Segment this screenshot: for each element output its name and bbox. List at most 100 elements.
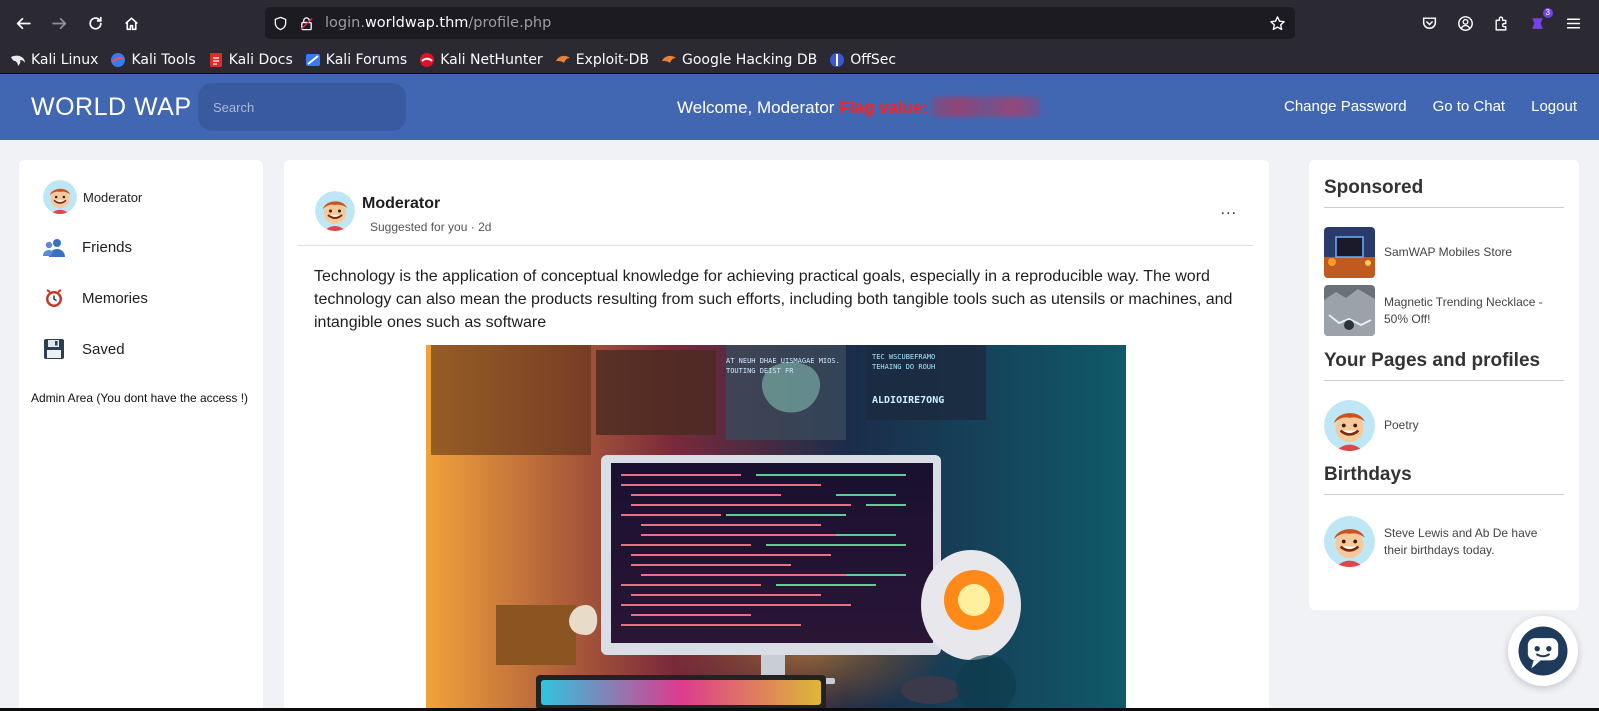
extension-addon-icon (1531, 17, 1543, 29)
url-actions (1259, 7, 1295, 39)
app-menu-button[interactable] (1555, 5, 1591, 41)
bookmark-label: Kali NetHunter (440, 51, 543, 68)
url-bar[interactable]: login.worldwap.thm/profile.php (265, 7, 1295, 39)
left-sidebar: Moderator Friends Memories Saved Admin A… (19, 160, 263, 711)
bookmarks-bar: Kali Linux Kali Tools Kali Docs Kali For… (0, 46, 1599, 74)
image-screen-text: TEC WSCUBEFRAMO (872, 353, 935, 361)
birthday-label: Steve Lewis and Ab De have their birthda… (1384, 525, 1538, 557)
account-button[interactable] (1447, 5, 1483, 41)
url-path: /profile.php (468, 15, 552, 31)
divider (1324, 380, 1564, 381)
extension-addon-button[interactable]: 3 (1519, 5, 1555, 41)
forward-button[interactable] (41, 5, 77, 41)
star-icon (1269, 15, 1285, 30)
url-host: worldwap.thm (364, 15, 469, 31)
forward-arrow-icon (51, 17, 66, 29)
search-input[interactable] (198, 83, 406, 131)
bookmark-kali-forums[interactable]: Kali Forums (305, 52, 407, 68)
home-button[interactable] (113, 5, 149, 41)
url-text[interactable]: login.worldwap.thm/profile.php (325, 15, 551, 31)
sponsored-item-samwap[interactable]: SamWAP Mobiles Store (1324, 227, 1554, 278)
post-author[interactable]: Moderator (362, 195, 440, 213)
ghdb-icon (661, 52, 677, 68)
home-icon (124, 16, 138, 30)
bookmark-kali-linux[interactable]: Kali Linux (10, 52, 98, 68)
sidebar-item-memories[interactable]: Memories (41, 285, 148, 311)
pocket-button[interactable] (1411, 5, 1447, 41)
divider (1324, 494, 1564, 495)
pages-title: Your Pages and profiles (1324, 350, 1541, 371)
bookmark-label: Kali Docs (228, 51, 293, 68)
kali-forums-icon (305, 52, 321, 68)
bookmark-star-button[interactable] (1259, 5, 1295, 41)
back-button[interactable] (5, 5, 41, 41)
post-header: Moderator Suggested for you · 2d ... (298, 174, 1253, 246)
divider (1324, 207, 1564, 208)
sponsored-title: Sponsored (1324, 177, 1424, 198)
right-sidebar: Sponsored SamWAP Mobiles Store Magnetic … (1309, 160, 1579, 610)
memories-icon (41, 285, 67, 311)
flag-value-redacted (932, 97, 1041, 117)
birthday-item[interactable]: Steve Lewis and Ab De have their birthda… (1324, 516, 1554, 567)
sponsored-item-necklace[interactable]: Magnetic Trending Necklace - 50% Off! (1324, 285, 1554, 336)
admin-area-note[interactable]: Admin Area (You dont have the access !) (31, 391, 248, 405)
change-password-link[interactable]: Change Password (1284, 98, 1407, 115)
sidebar-item-label: Saved (82, 340, 125, 358)
nav-buttons (5, 5, 149, 41)
post-image[interactable]: AT NEUH DHAE UISMAGAE MIOS. TOUTING DEIS… (426, 345, 1126, 711)
header-nav: Change Password Go to Chat Logout (1258, 98, 1577, 115)
shield-icon[interactable] (271, 14, 289, 32)
friends-icon (41, 234, 67, 260)
reload-icon (88, 16, 102, 30)
offsec-icon (829, 52, 845, 68)
go-to-chat-link[interactable]: Go to Chat (1433, 98, 1506, 115)
sidebar-item-label: Friends (82, 238, 133, 256)
bookmark-kali-docs[interactable]: Kali Docs (208, 52, 293, 68)
bookmark-label: Kali Forums (325, 51, 408, 68)
sponsored-label: Magnetic Trending Necklace - 50% Off! (1384, 294, 1543, 326)
sidebar-item-saved[interactable]: Saved (41, 336, 125, 362)
bookmark-kali-tools[interactable]: Kali Tools (110, 52, 196, 68)
bookmark-label: Exploit-DB (575, 51, 649, 68)
logout-link[interactable]: Logout (1531, 98, 1577, 115)
extension-badge: 3 (1542, 8, 1553, 18)
bookmark-offsec[interactable]: OffSec (829, 52, 896, 68)
nethunter-icon (419, 52, 435, 68)
url-prefix: login. (325, 15, 365, 31)
sidebar-profile[interactable]: Moderator (43, 180, 142, 214)
avatar (1324, 516, 1375, 567)
sponsored-label: SamWAP Mobiles Store (1384, 245, 1513, 259)
kali-docs-icon (208, 52, 224, 68)
hamburger-menu-icon (1566, 17, 1580, 29)
post-text: Technology is the application of concept… (314, 268, 1233, 331)
avatar (1324, 400, 1375, 451)
image-screen-text: AT NEUH DHAE UISMAGAE MIOS. (726, 357, 840, 365)
lock-insecure-icon[interactable] (297, 14, 315, 32)
post-meta: Suggested for you · 2d (370, 220, 492, 234)
site-header: WORLD WAP Welcome, Moderator Flag value:… (0, 74, 1599, 140)
page-item-poetry[interactable]: Poetry (1324, 400, 1554, 451)
welcome-message: Welcome, Moderator Flag value: (677, 97, 1041, 118)
sponsored-thumbnail (1324, 285, 1375, 336)
site-logo[interactable]: WORLD WAP (31, 93, 192, 122)
sidebar-item-friends[interactable]: Friends (41, 234, 132, 260)
birthdays-title: Birthdays (1324, 464, 1412, 485)
browser-toolbar: login.worldwap.thm/profile.php 3 (0, 0, 1599, 46)
bookmark-exploit-db[interactable]: Exploit-DB (555, 52, 649, 68)
chat-widget-button[interactable] (1508, 616, 1578, 686)
puzzle-icon (1494, 16, 1506, 31)
post-card: Moderator Suggested for you · 2d ... Tec… (284, 160, 1269, 711)
welcome-text: Welcome, Moderator (677, 98, 840, 117)
post-options-button[interactable]: ... (1221, 202, 1237, 218)
pocket-icon (1422, 16, 1436, 29)
reload-button[interactable] (77, 5, 113, 41)
avatar[interactable] (315, 191, 355, 231)
kali-tools-icon (110, 52, 126, 68)
chat-bot-icon (1518, 626, 1568, 676)
bookmark-label: Kali Linux (31, 51, 99, 68)
bookmark-kali-nethunter[interactable]: Kali NetHunter (419, 51, 543, 68)
avatar (43, 180, 77, 214)
extensions-button[interactable] (1483, 5, 1519, 41)
sponsored-thumbnail (1324, 227, 1375, 278)
bookmark-google-hacking-db[interactable]: Google Hacking DB (661, 52, 817, 68)
